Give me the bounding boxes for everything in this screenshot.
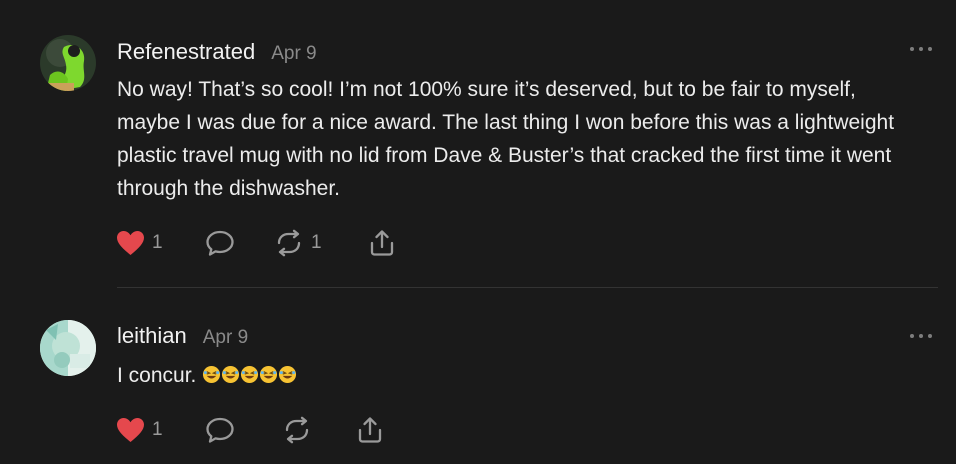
restack-button[interactable]: 1	[274, 228, 322, 258]
rofl-emoji	[260, 365, 278, 384]
heart-icon	[116, 417, 145, 443]
author-name[interactable]: Refenestrated	[117, 39, 255, 65]
comment-date[interactable]: Apr 9	[271, 43, 316, 65]
rofl-emoji	[222, 365, 240, 384]
rofl-emoji	[279, 365, 297, 384]
like-count: 1	[152, 232, 163, 253]
comment: Refenestrated Apr 9 No way! That’s so co…	[0, 0, 956, 287]
share-button[interactable]	[356, 415, 384, 445]
avatar[interactable]	[40, 320, 96, 376]
heart-icon	[116, 230, 145, 256]
rofl-emoji	[241, 365, 259, 384]
comment-actions: 1	[116, 415, 436, 445]
author-name[interactable]: leithian	[117, 323, 187, 349]
share-icon	[356, 416, 384, 444]
more-icon[interactable]	[910, 331, 932, 341]
comment-icon	[205, 229, 235, 257]
share-button[interactable]	[368, 228, 396, 258]
rofl-emoji	[203, 365, 221, 384]
comment-icon	[205, 416, 235, 444]
reply-button[interactable]	[205, 228, 235, 258]
comment-meta: leithian Apr 9	[117, 323, 248, 349]
reply-button[interactable]	[205, 415, 235, 445]
emoji-group	[202, 364, 297, 387]
avatar[interactable]	[40, 35, 96, 91]
comment-text: I concur.	[117, 364, 203, 387]
restack-icon	[282, 416, 312, 444]
like-button[interactable]: 1	[116, 228, 163, 258]
comment-actions: 1 1	[116, 228, 436, 258]
share-icon	[368, 229, 396, 257]
like-count: 1	[152, 419, 163, 440]
like-button[interactable]: 1	[116, 415, 163, 445]
more-icon[interactable]	[910, 44, 932, 54]
comment-meta: Refenestrated Apr 9	[117, 39, 317, 65]
restack-count: 1	[311, 232, 322, 253]
restack-button[interactable]	[282, 415, 312, 445]
comment-body: I concur.	[117, 359, 917, 392]
restack-icon	[274, 229, 304, 257]
comment: leithian Apr 9 I concur. 1	[0, 288, 956, 464]
comment-date[interactable]: Apr 9	[203, 327, 248, 349]
comment-body: No way! That’s so cool! I’m not 100% sur…	[117, 78, 895, 200]
